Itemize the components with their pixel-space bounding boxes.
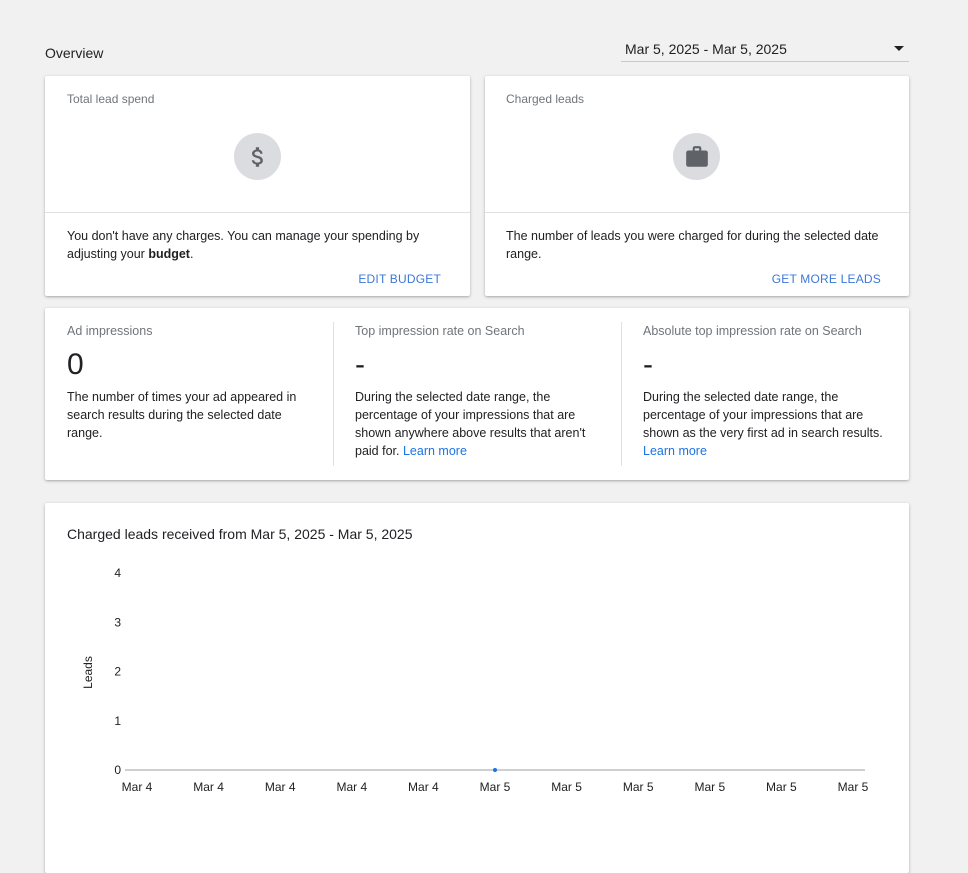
metric-top-impression-rate: Top impression rate on Search - During t… (355, 308, 615, 480)
metric-label: Absolute top impression rate on Search (643, 324, 862, 338)
edit-budget-button[interactable]: EDIT BUDGET (358, 272, 441, 286)
overview-title: Overview (45, 45, 104, 61)
y-axis-label: Leads (81, 656, 95, 689)
data-point (493, 768, 497, 772)
x-tick-label: Mar 5 (480, 780, 511, 794)
metric-label: Ad impressions (67, 324, 153, 338)
metric-description: During the selected date range, the perc… (355, 390, 586, 458)
charged-leads-card: Charged leads The number of leads you we… (485, 76, 909, 296)
x-tick-label: Mar 4 (408, 780, 439, 794)
y-tick-label: 2 (114, 665, 121, 679)
charged-leads-chart: 0 1 2 3 4 Leads Mar 4 Mar 4 Mar 4 Mar 4 Mar 4 Mar 5… (81, 566, 869, 794)
metric-value: - (643, 348, 653, 381)
date-range-value: Mar 5, 2025 - Mar 5, 2025 (625, 41, 787, 57)
charged-leads-chart-card: Charged leads received from Mar 5, 2025 … (45, 503, 909, 873)
budget-emphasis: budget (148, 247, 190, 261)
metric-absolute-top-impression-rate: Absolute top impression rate on Search -… (643, 308, 893, 480)
get-more-leads-button[interactable]: GET MORE LEADS (772, 272, 881, 286)
y-tick-label: 3 (114, 615, 121, 629)
metric-description: The number of times your ad appeared in … (67, 390, 297, 440)
learn-more-link[interactable]: Learn more (643, 444, 707, 458)
metric-ad-impressions: Ad impressions 0 The number of times you… (67, 308, 327, 480)
metric-value: 0 (67, 348, 84, 381)
lead-spend-text: You don't have any charges. You can mana… (67, 229, 420, 261)
learn-more-link[interactable]: Learn more (403, 444, 467, 458)
briefcase-icon (673, 133, 720, 180)
x-tick-label: Mar 4 (193, 780, 224, 794)
metric-description: During the selected date range, the perc… (643, 390, 883, 458)
x-tick-label: Mar 5 (766, 780, 797, 794)
y-tick-label: 0 (114, 763, 121, 777)
x-tick-label: Mar 5 (623, 780, 654, 794)
metrics-card: Ad impressions 0 The number of times you… (45, 308, 909, 480)
x-tick-label: Mar 4 (122, 780, 153, 794)
metric-value: - (355, 348, 365, 381)
x-tick-label: Mar 4 (265, 780, 296, 794)
x-tick-label: Mar 5 (694, 780, 725, 794)
dollar-icon (234, 133, 281, 180)
metric-divider (333, 322, 334, 466)
y-tick-label: 1 (114, 714, 121, 728)
charged-leads-label: Charged leads (506, 92, 585, 106)
lead-spend-label: Total lead spend (67, 92, 155, 106)
lead-spend-card: Total lead spend You don't have any char… (45, 76, 470, 296)
x-tick-label: Mar 5 (838, 780, 869, 794)
chevron-down-icon (894, 46, 904, 51)
x-tick-label: Mar 5 (551, 780, 582, 794)
metric-label: Top impression rate on Search (355, 324, 525, 338)
metric-divider (621, 322, 622, 466)
date-range-selector[interactable]: Mar 5, 2025 - Mar 5, 2025 (621, 38, 909, 62)
charged-leads-text: The number of leads you were charged for… (506, 229, 879, 261)
y-tick-label: 4 (114, 566, 121, 580)
x-tick-label: Mar 4 (336, 780, 367, 794)
